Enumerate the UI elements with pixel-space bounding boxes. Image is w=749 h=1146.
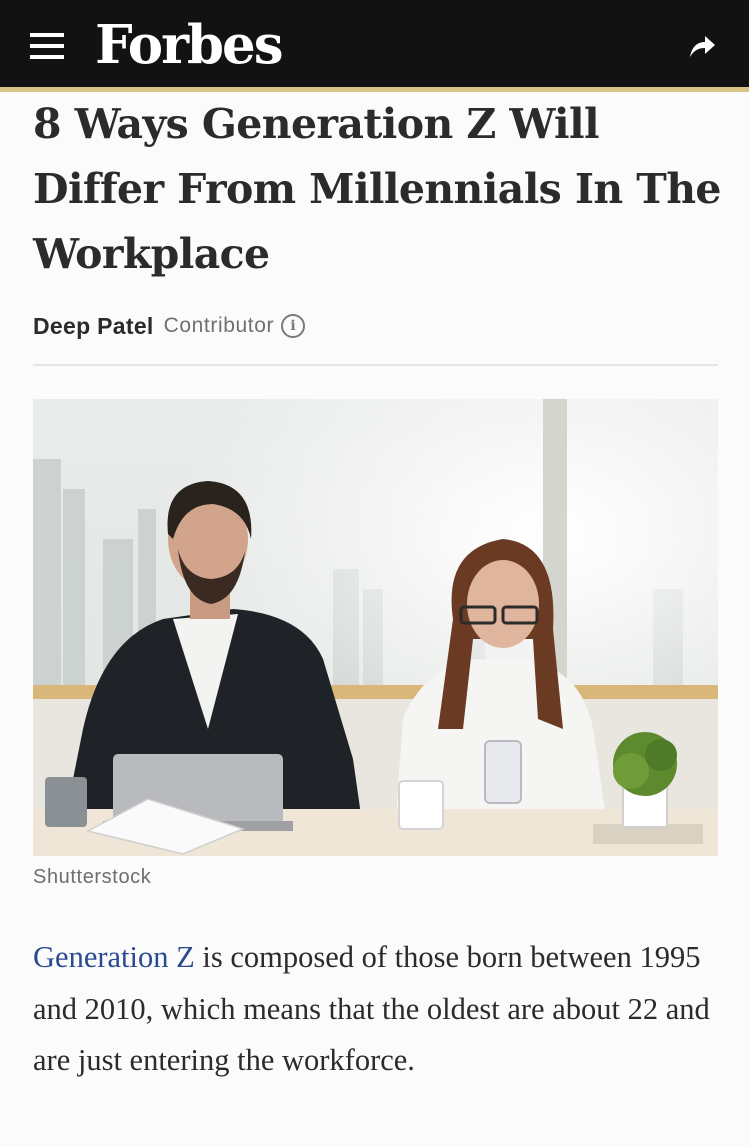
author-name-link[interactable]: Deep Patel xyxy=(33,313,154,340)
generation-z-link[interactable]: Generation Z xyxy=(33,940,195,974)
hamburger-menu-icon[interactable] xyxy=(30,33,64,59)
byline-divider xyxy=(33,364,718,366)
forbes-logo[interactable]: Forbes xyxy=(95,10,284,80)
image-credit: Shutterstock xyxy=(33,866,152,888)
article-body-paragraph: Generation Z is composed of those born b… xyxy=(33,932,723,1087)
share-arrow-icon[interactable] xyxy=(687,32,717,60)
article-headline: 8 Ways Generation Z Will Differ From Mil… xyxy=(33,100,722,278)
byline: Deep Patel Contributor i xyxy=(33,306,306,346)
info-icon[interactable]: i xyxy=(281,314,306,338)
author-role: Contributor xyxy=(163,314,275,337)
article-hero-image xyxy=(33,399,718,856)
top-navigation-bar: Forbes xyxy=(0,0,749,92)
